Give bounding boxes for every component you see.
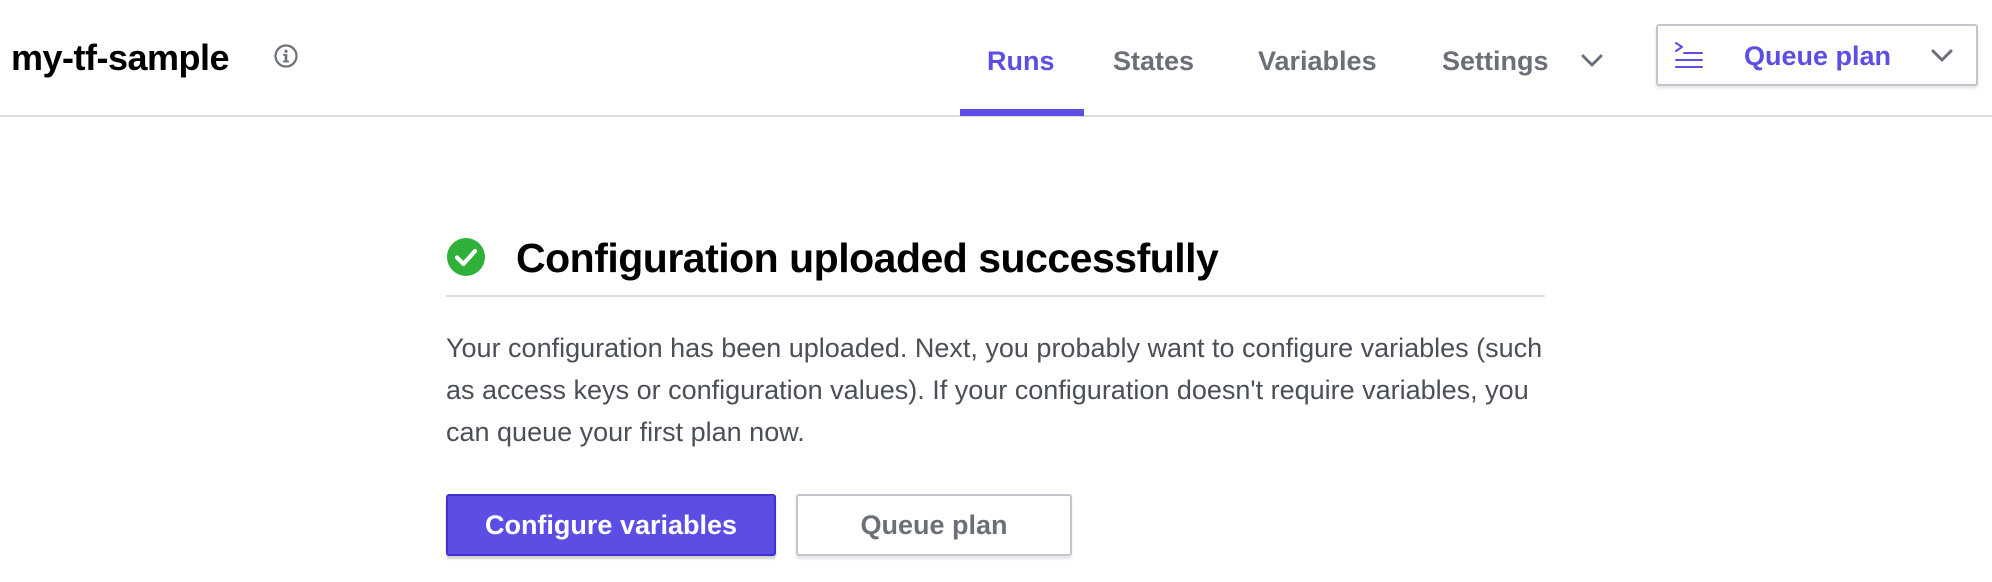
chevron-down-icon (1931, 49, 1953, 62)
configure-variables-button[interactable]: Configure variables (446, 494, 776, 556)
workspace-header: my-tf-sample Runs States Variables Setti… (0, 0, 1992, 117)
chevron-down-icon[interactable] (1578, 48, 1606, 74)
tab-runs[interactable]: Runs (987, 44, 1055, 78)
tab-variables[interactable]: Variables (1258, 44, 1377, 78)
active-tab-indicator (960, 109, 1084, 116)
page-title: Configuration uploaded successfully (516, 235, 1219, 281)
tab-states[interactable]: States (1113, 44, 1194, 78)
success-heading: Configuration uploaded successfully (446, 232, 1545, 297)
terminal-icon (1675, 42, 1703, 68)
tab-settings[interactable]: Settings (1442, 44, 1549, 78)
info-circle-icon[interactable] (273, 43, 299, 69)
description-text: Your configuration has been uploaded. Ne… (446, 333, 1543, 447)
queue-plan-dropdown[interactable]: Queue plan (1656, 24, 1978, 86)
workspace-title: my-tf-sample (11, 37, 230, 78)
queue-plan-dropdown-label: Queue plan (1744, 41, 1892, 71)
queue-plan-button[interactable]: Queue plan (796, 494, 1072, 556)
check-circle-icon (447, 238, 485, 276)
